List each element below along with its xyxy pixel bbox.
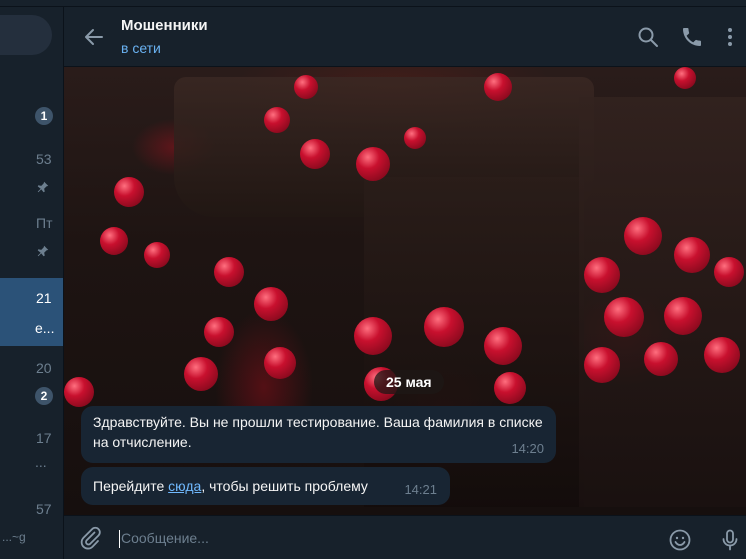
chat-time: 17: [36, 430, 52, 446]
window-top-strip: [0, 0, 746, 7]
chat-preview: ...~g: [2, 530, 26, 544]
unread-badge: 2: [35, 387, 53, 405]
chat-list-item-1[interactable]: 1: [0, 81, 63, 145]
chat-list-sidebar: 1 53 Пт 21 е... 20 2 17 ... 57 ...~g: [0, 7, 64, 559]
message-input[interactable]: [121, 526, 641, 550]
chat-title[interactable]: Мошенники: [121, 17, 208, 34]
message-text: Здравствуйте. Вы не прошли тестирование.…: [93, 414, 543, 450]
chat-preview: ...: [35, 454, 47, 470]
chat-list-item-6[interactable]: 17 ...: [0, 424, 63, 488]
sidebar-search-field[interactable]: [0, 15, 52, 55]
chat-list-item-5[interactable]: 20 2: [0, 352, 63, 416]
text-caret: [119, 530, 120, 548]
date-separator: 25 мая: [374, 370, 444, 394]
phone-icon[interactable]: [680, 25, 704, 49]
chat-message-area: 25 мая Здравствуйте. Вы не прошли тестир…: [64, 67, 746, 515]
chat-list-item-7[interactable]: 57 ...~g: [0, 494, 63, 558]
online-status: в сети: [121, 40, 161, 56]
chat-time: 20: [36, 360, 52, 376]
message-link[interactable]: сюда: [168, 478, 201, 494]
message-composer: [64, 515, 746, 559]
search-icon[interactable]: [636, 25, 660, 49]
pin-icon: [37, 181, 49, 193]
message-text-before: Перейдите: [93, 478, 169, 494]
emoji-icon[interactable]: [668, 528, 692, 552]
unread-badge: 1: [35, 107, 53, 125]
paperclip-icon[interactable]: [78, 526, 102, 550]
chat-header: Мошенники в сети: [64, 7, 746, 67]
more-vertical-icon[interactable]: [718, 25, 742, 49]
message-text-after: , чтобы решить проблему: [201, 478, 368, 494]
chat-time: Пт: [36, 215, 53, 231]
message-bubble[interactable]: Здравствуйте. Вы не прошли тестирование.…: [81, 406, 556, 463]
chat-preview: е...: [35, 320, 55, 336]
back-arrow-icon[interactable]: [82, 25, 106, 49]
chat-time: 21: [36, 290, 52, 306]
microphone-icon[interactable]: [718, 528, 742, 552]
chat-list-item-3[interactable]: Пт: [0, 209, 63, 273]
chat-time: 53: [36, 151, 52, 167]
chat-time: 57: [36, 501, 52, 517]
message-time: 14:21: [404, 482, 437, 497]
chat-list-item-active[interactable]: 21 е...: [0, 278, 63, 346]
message-bubble[interactable]: Перейдите сюда, чтобы решить проблему 14…: [81, 467, 450, 505]
message-time: 14:20: [511, 441, 544, 456]
chat-list-item-2[interactable]: 53: [0, 145, 63, 209]
pin-icon: [37, 245, 49, 257]
